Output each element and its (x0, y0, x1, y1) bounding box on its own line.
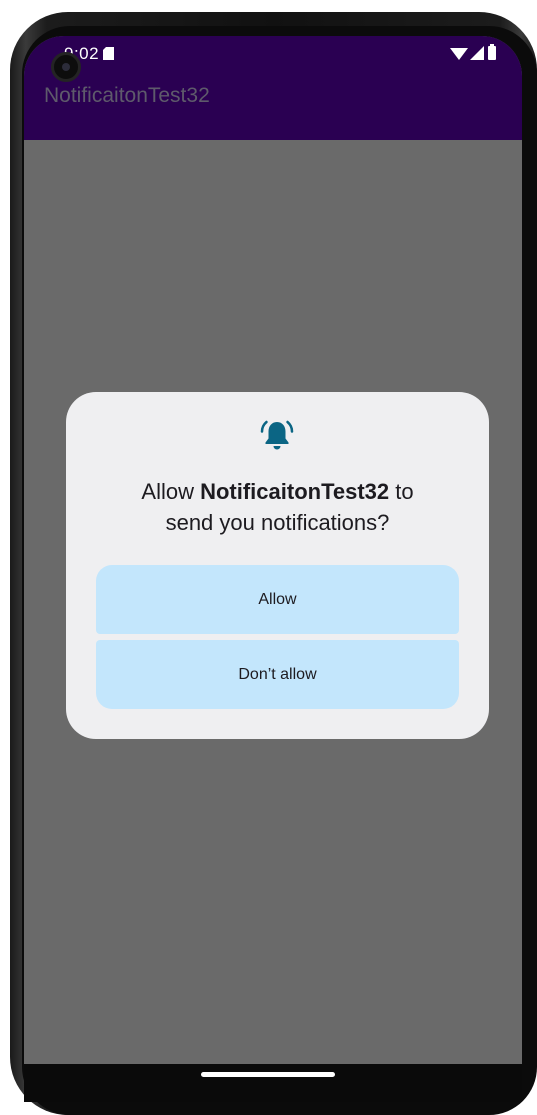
signal-icon (470, 46, 484, 60)
status-bar: 9:02 (24, 36, 522, 70)
gesture-handle[interactable] (201, 1072, 335, 1077)
allow-button[interactable]: Allow (96, 565, 459, 634)
app-bar: NotificaitonTest32 (24, 70, 522, 140)
navigation-bar (24, 1064, 522, 1102)
dialog-message-line-2: send you notifications? (165, 510, 390, 535)
front-camera (51, 52, 81, 82)
message-app-name: NotificaitonTest32 (200, 479, 390, 504)
message-suffix: to (389, 479, 414, 504)
bell-ringing-icon (260, 420, 294, 450)
wifi-icon (450, 48, 468, 60)
message-prefix: Allow (141, 479, 201, 504)
battery-icon (488, 44, 496, 60)
dialog-message-line-1: Allow NotificaitonTest32 to (141, 479, 413, 504)
dont-allow-button[interactable]: Don’t allow (96, 640, 459, 709)
sd-card-icon (103, 47, 114, 60)
app-title: NotificaitonTest32 (44, 84, 210, 107)
dialog-message: Allow NotificaitonTest32 to send you not… (66, 476, 489, 538)
